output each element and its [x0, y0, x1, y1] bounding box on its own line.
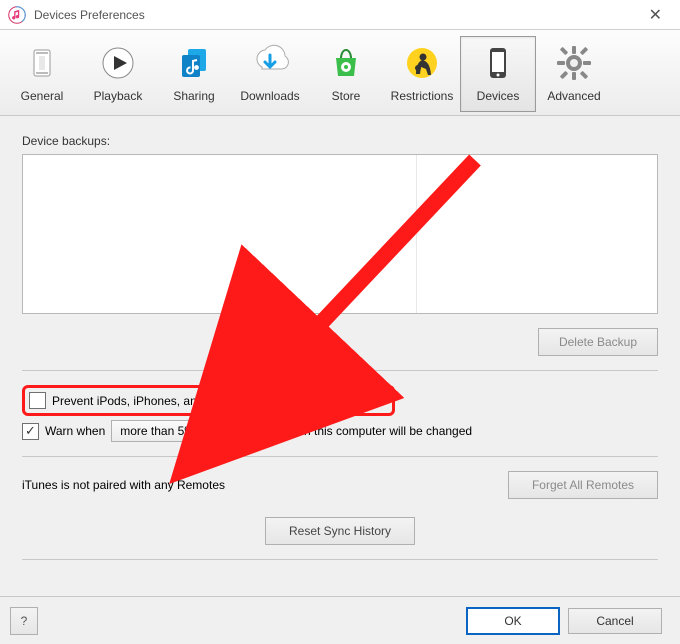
forget-all-remotes-button[interactable]: Forget All Remotes — [508, 471, 658, 499]
tab-label: Store — [332, 89, 361, 103]
preferences-tab-bar: General Playback Sharing — [0, 30, 680, 116]
tab-advanced[interactable]: Advanced — [536, 36, 612, 112]
tab-label: Devices — [477, 89, 520, 103]
downloads-icon — [248, 41, 292, 85]
title-bar: Devices Preferences ✕ — [0, 0, 680, 30]
tab-label: General — [21, 89, 64, 103]
delete-backup-button[interactable]: Delete Backup — [538, 328, 658, 356]
window-title: Devices Preferences — [34, 8, 639, 22]
general-icon — [20, 41, 64, 85]
device-backups-list[interactable] — [22, 154, 658, 314]
prevent-sync-label: Prevent iPods, iPhones, and iPads from s… — [52, 394, 382, 408]
tab-devices[interactable]: Devices — [460, 36, 536, 112]
divider — [22, 456, 658, 457]
tab-label: Advanced — [547, 89, 600, 103]
tab-restrictions[interactable]: Restrictions — [384, 36, 460, 112]
tab-downloads[interactable]: Downloads — [232, 36, 308, 112]
remotes-status-text: iTunes is not paired with any Remotes — [22, 478, 225, 492]
warn-when-selected: more than 5% — [120, 424, 195, 438]
tab-general[interactable]: General — [4, 36, 80, 112]
warn-when-select[interactable]: more than 5% — [111, 420, 231, 442]
divider — [22, 370, 658, 371]
cancel-button[interactable]: Cancel — [568, 608, 662, 634]
store-icon — [324, 41, 368, 85]
devices-panel: Device backups: Delete Backup Prevent iP… — [0, 116, 680, 568]
device-backups-label: Device backups: — [22, 134, 658, 148]
prevent-sync-checkbox[interactable] — [29, 392, 46, 409]
warn-when-suffix: of the data on this computer will be cha… — [237, 424, 472, 438]
prevent-sync-checkbox-row: Prevent iPods, iPhones, and iPads from s… — [22, 385, 395, 416]
warn-when-prefix: Warn when — [45, 424, 105, 438]
gear-icon — [552, 41, 596, 85]
devices-icon — [476, 41, 520, 85]
tab-playback[interactable]: Playback — [80, 36, 156, 112]
help-button[interactable]: ? — [10, 607, 38, 635]
warn-when-row: ✓ Warn when more than 5% of the data on … — [22, 420, 658, 442]
restrictions-icon — [400, 41, 444, 85]
tab-sharing[interactable]: Sharing — [156, 36, 232, 112]
tab-label: Sharing — [173, 89, 214, 103]
warn-when-checkbox[interactable]: ✓ — [22, 423, 39, 440]
dialog-footer: ? OK Cancel — [0, 596, 680, 644]
tab-label: Downloads — [240, 89, 299, 103]
close-button[interactable]: ✕ — [639, 1, 672, 29]
playback-icon — [96, 41, 140, 85]
reset-sync-history-button[interactable]: Reset Sync History — [265, 517, 415, 545]
tab-label: Playback — [94, 89, 143, 103]
divider — [22, 559, 658, 560]
sharing-icon — [172, 41, 216, 85]
tab-label: Restrictions — [391, 89, 454, 103]
ok-button[interactable]: OK — [466, 607, 560, 635]
itunes-logo-icon — [8, 6, 26, 24]
tab-store[interactable]: Store — [308, 36, 384, 112]
